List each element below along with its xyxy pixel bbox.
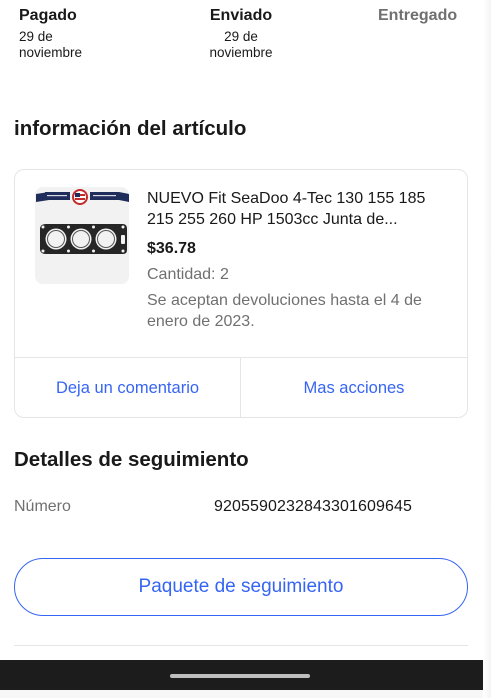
leave-feedback-button[interactable]: Deja un comentario (15, 358, 241, 418)
status-shipped-date: 29 de noviembre (203, 29, 279, 61)
status-paid-date-line1: 29 de (19, 29, 53, 44)
section-divider (14, 645, 468, 646)
head-gasket-product-image[interactable] (35, 187, 129, 284)
status-shipped-date-line2: noviembre (209, 45, 273, 60)
item-info-heading: información del artículo (14, 117, 247, 140)
status-shipped-label: Enviado (209, 7, 273, 24)
status-paid: Pagado 29 de noviembre (19, 6, 82, 61)
head-gasket-product-icon (35, 187, 129, 284)
item-card: NUEVO Fit SeaDoo 4-Tec 130 155 185 215 2… (14, 169, 468, 418)
track-package-button[interactable]: Paquete de seguimiento (14, 558, 468, 616)
status-paid-date-line2: noviembre (19, 45, 83, 60)
status-shipped: Enviado 29 de noviembre (203, 6, 279, 61)
system-navigation-bar (0, 660, 483, 690)
item-price: $36.78 (147, 240, 196, 257)
status-delivered-label: Entregado (378, 7, 458, 24)
item-card-actions: Deja un comentario Mas acciones (15, 357, 467, 418)
tracking-heading: Detalles de seguimiento (14, 448, 249, 471)
bottom-strip (0, 690, 491, 698)
scroll-edge (483, 0, 491, 698)
order-status-row: Pagado 29 de noviembre Enviado 29 de nov… (0, 6, 491, 76)
tracking-number-value: 9205590232843301609645 (214, 498, 412, 515)
item-return-policy: Se aceptan devoluciones hasta el 4 de en… (147, 292, 422, 330)
tracking-number-row: Número 9205590232843301609645 (14, 498, 454, 520)
status-paid-label: Pagado (19, 7, 77, 24)
status-shipped-date-line1: 29 de (224, 29, 258, 44)
tracking-number-label: Número (14, 498, 71, 515)
item-details: NUEVO Fit SeaDoo 4-Tec 130 155 185 215 2… (147, 188, 447, 332)
status-delivered: Entregado (378, 6, 457, 26)
status-paid-date: 29 de noviembre (19, 29, 82, 61)
more-actions-button[interactable]: Mas acciones (241, 358, 467, 418)
item-title-link[interactable]: NUEVO Fit SeaDoo 4-Tec 130 155 185 215 2… (147, 188, 447, 230)
item-quantity: Cantidad: 2 (147, 266, 229, 283)
home-gesture-handle[interactable] (170, 674, 310, 678)
